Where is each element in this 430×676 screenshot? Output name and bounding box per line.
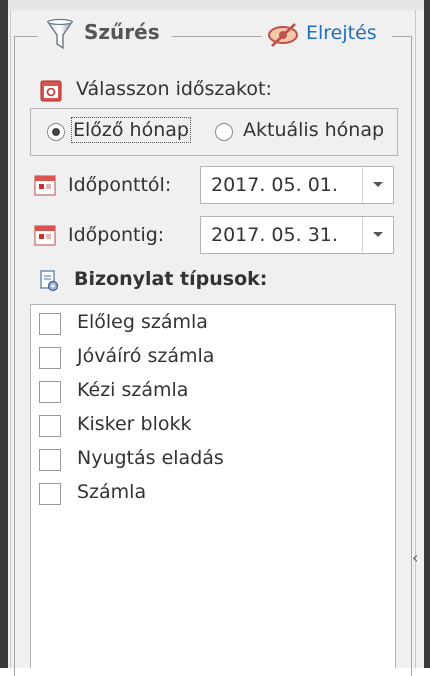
checkbox[interactable] [39,347,61,369]
date-to-label: Időpontig: [68,224,165,246]
calendar-red-icon [40,80,62,102]
checkbox-label[interactable]: Nyugtás eladás [77,447,224,469]
groupbox-border [411,36,412,676]
list-item[interactable]: Előleg számla [39,309,379,341]
calendar-grid-icon [34,225,56,246]
list-item[interactable]: Kisker blokk [39,411,379,443]
groupbox-border [392,36,412,37]
list-item[interactable]: Nyugtás eladás [39,445,379,477]
date-from-picker[interactable]: 2017. 05. 01. [200,166,394,204]
date-from-dropdown-button[interactable] [362,167,393,203]
window-frame: Szűrés Elrejtés Válasszon időszakot: Elő… [0,0,430,676]
hide-link[interactable]: Elrejtés [306,22,377,44]
radio-current-month[interactable] [215,123,233,141]
checkbox-label[interactable]: Kisker blokk [77,413,191,435]
groupbox-border [14,36,15,676]
groupbox-border [172,36,262,37]
right-edge [424,0,430,668]
list-item[interactable]: Kézi számla [39,377,379,409]
top-edge [8,0,424,10]
checkbox[interactable] [39,415,61,437]
panel-title: Szűrés [84,20,160,44]
list-item[interactable]: Jóváíró számla [39,343,379,375]
left-edge [0,0,8,668]
date-from-label: Időponttól: [68,174,172,196]
checkbox-label[interactable]: Jóváíró számla [77,345,214,367]
date-to-dropdown-button[interactable] [362,217,393,253]
calendar-grid-icon [34,175,56,196]
period-radio-group: Előző hónap Aktuális hónap [30,108,398,156]
checkbox[interactable] [39,381,61,403]
radio-previous-month[interactable] [47,123,65,141]
doc-types-checklist: Előleg számla Jóváíró számla Kézi számla… [30,304,396,668]
date-to-picker[interactable]: 2017. 05. 31. [200,216,394,254]
checkbox-label[interactable]: Előleg számla [77,311,208,333]
radio-previous-month-label[interactable]: Előző hónap [71,117,191,143]
collapse-handle[interactable]: ‹ [412,548,418,567]
checkbox[interactable] [39,313,61,335]
list-item[interactable]: Számla [39,479,379,511]
groupbox-border [14,36,38,37]
filter-funnel-icon [46,18,74,50]
date-from-value[interactable]: 2017. 05. 01. [211,174,338,196]
doc-types-label: Bizonylat típusok: [74,268,268,290]
document-settings-icon [40,270,59,292]
radio-current-month-label[interactable]: Aktuális hónap [243,119,384,141]
checkbox-label[interactable]: Számla [77,481,146,503]
eye-crossed-icon[interactable] [266,22,302,48]
checkbox-label[interactable]: Kézi számla [77,379,188,401]
checkbox[interactable] [39,449,61,471]
checkbox[interactable] [39,483,61,505]
date-to-value[interactable]: 2017. 05. 31. [211,224,338,246]
period-label: Válasszon időszakot: [76,78,272,100]
